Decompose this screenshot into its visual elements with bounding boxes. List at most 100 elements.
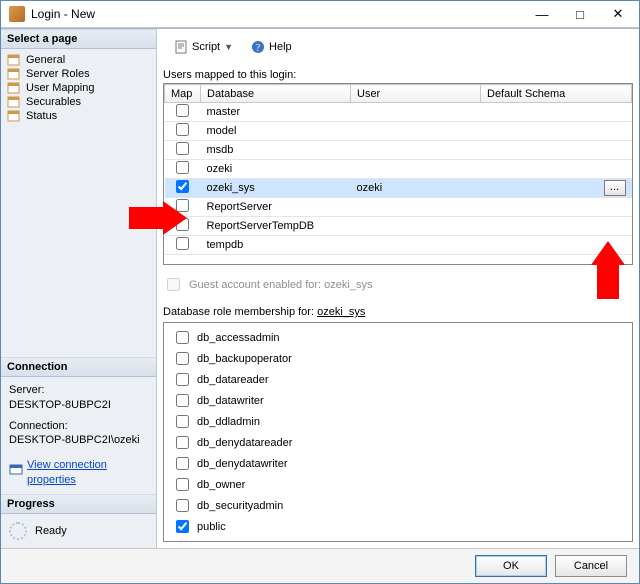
role-checkbox[interactable] — [176, 478, 189, 491]
role-item[interactable]: db_datareader — [172, 369, 624, 390]
user-cell — [351, 141, 481, 160]
role-item[interactable]: db_backupoperator — [172, 348, 624, 369]
user-cell — [351, 122, 481, 141]
role-checkbox[interactable] — [176, 499, 189, 512]
role-label: db_backupoperator — [197, 353, 292, 365]
sidebar: Select a page GeneralServer RolesUser Ma… — [1, 29, 157, 548]
help-button[interactable]: ? Help — [244, 37, 299, 57]
map-checkbox[interactable] — [176, 104, 189, 117]
role-label: db_ddladmin — [197, 416, 260, 428]
titlebar[interactable]: Login - New ― □ ✕ — [1, 1, 639, 28]
role-item[interactable]: public — [172, 516, 624, 537]
mappings-grid[interactable]: Map Database User Default Schema masterm… — [163, 83, 633, 265]
role-label: db_accessadmin — [197, 332, 280, 344]
maximize-button[interactable]: □ — [561, 1, 599, 27]
col-schema[interactable]: Default Schema — [481, 85, 632, 103]
page-icon — [7, 68, 21, 80]
spinner-icon — [9, 522, 27, 540]
close-button[interactable]: ✕ — [599, 1, 637, 27]
ok-button[interactable]: OK — [475, 555, 547, 577]
view-connection-properties-link[interactable]: View connection properties — [27, 458, 148, 488]
progress-status: Ready — [35, 525, 67, 537]
sidebar-item-general[interactable]: General — [7, 53, 150, 67]
table-row[interactable]: tempdb — [165, 236, 632, 255]
table-row[interactable]: msdb — [165, 141, 632, 160]
window-title: Login - New — [31, 7, 523, 21]
sidebar-item-server-roles[interactable]: Server Roles — [7, 67, 150, 81]
map-checkbox[interactable] — [176, 161, 189, 174]
user-cell — [351, 160, 481, 179]
role-item[interactable]: db_datawriter — [172, 390, 624, 411]
table-row[interactable]: ReportServerTempDB — [165, 217, 632, 236]
schema-cell — [481, 141, 632, 160]
minimize-button[interactable]: ― — [523, 1, 561, 27]
role-checkbox[interactable] — [176, 394, 189, 407]
role-checkbox[interactable] — [176, 457, 189, 470]
role-checkbox[interactable] — [176, 520, 189, 533]
database-cell: master — [201, 103, 351, 122]
database-cell: msdb — [201, 141, 351, 160]
database-cell: ozeki — [201, 160, 351, 179]
mappings-label: Users mapped to this login: — [163, 69, 633, 81]
col-map[interactable]: Map — [165, 85, 201, 103]
roles-list[interactable]: db_accessadmin db_backupoperator db_datare… — [163, 322, 633, 542]
role-label: db_owner — [197, 479, 245, 491]
app-icon — [9, 6, 25, 22]
help-icon: ? — [251, 40, 265, 54]
schema-cell — [481, 122, 632, 141]
table-row[interactable]: master — [165, 103, 632, 122]
map-checkbox[interactable] — [176, 180, 189, 193]
role-item[interactable]: db_securityadmin — [172, 495, 624, 516]
guest-label: Guest account enabled for: ozeki_sys — [189, 279, 372, 291]
role-item[interactable]: db_denydatawriter — [172, 453, 624, 474]
map-checkbox[interactable] — [176, 218, 189, 231]
role-item[interactable]: db_accessadmin — [172, 327, 624, 348]
sidebar-item-user-mapping[interactable]: User Mapping — [7, 81, 150, 95]
user-cell — [351, 198, 481, 217]
role-label: db_denydatawriter — [197, 458, 288, 470]
sidebar-item-label: General — [26, 54, 65, 66]
sidebar-item-securables[interactable]: Securables — [7, 95, 150, 109]
properties-icon — [9, 462, 23, 481]
col-user[interactable]: User — [351, 85, 481, 103]
table-row[interactable]: model — [165, 122, 632, 141]
schema-cell — [481, 217, 632, 236]
database-cell: tempdb — [201, 236, 351, 255]
table-row[interactable]: ozeki_sysozeki... — [165, 179, 632, 198]
map-checkbox[interactable] — [176, 123, 189, 136]
schema-browse-button[interactable]: ... — [604, 180, 626, 196]
col-database[interactable]: Database — [201, 85, 351, 103]
schema-cell: ... — [481, 179, 632, 198]
sidebar-item-status[interactable]: Status — [7, 109, 150, 123]
role-item[interactable]: db_ddladmin — [172, 411, 624, 432]
caret-down-icon: ▼ — [224, 42, 233, 52]
progress-header: Progress — [1, 494, 156, 514]
role-item[interactable]: db_denydatareader — [172, 432, 624, 453]
role-label: db_securityadmin — [197, 500, 283, 512]
sidebar-item-label: Status — [26, 110, 57, 122]
role-item[interactable]: db_owner — [172, 474, 624, 495]
role-checkbox[interactable] — [176, 373, 189, 386]
role-checkbox[interactable] — [176, 415, 189, 428]
script-button[interactable]: Script ▼ — [167, 37, 240, 57]
guest-checkbox — [167, 278, 180, 291]
database-cell: model — [201, 122, 351, 141]
table-row[interactable]: ReportServer — [165, 198, 632, 217]
help-label: Help — [269, 41, 292, 53]
cancel-button[interactable]: Cancel — [555, 555, 627, 577]
map-checkbox[interactable] — [176, 237, 189, 250]
main-panel: Script ▼ ? Help Users mapped to this log… — [157, 29, 639, 548]
map-checkbox[interactable] — [176, 142, 189, 155]
page-icon — [7, 82, 21, 94]
table-row[interactable]: ozeki — [165, 160, 632, 179]
map-checkbox[interactable] — [176, 199, 189, 212]
roles-label: Database role membership for: ozeki_sys — [163, 306, 633, 318]
database-cell: ReportServer — [201, 198, 351, 217]
role-checkbox[interactable] — [176, 352, 189, 365]
role-checkbox[interactable] — [176, 331, 189, 344]
database-cell: ozeki_sys — [201, 179, 351, 198]
connection-label: Connection: — [9, 419, 148, 434]
page-icon — [7, 96, 21, 108]
role-checkbox[interactable] — [176, 436, 189, 449]
sidebar-item-label: Server Roles — [26, 68, 90, 80]
